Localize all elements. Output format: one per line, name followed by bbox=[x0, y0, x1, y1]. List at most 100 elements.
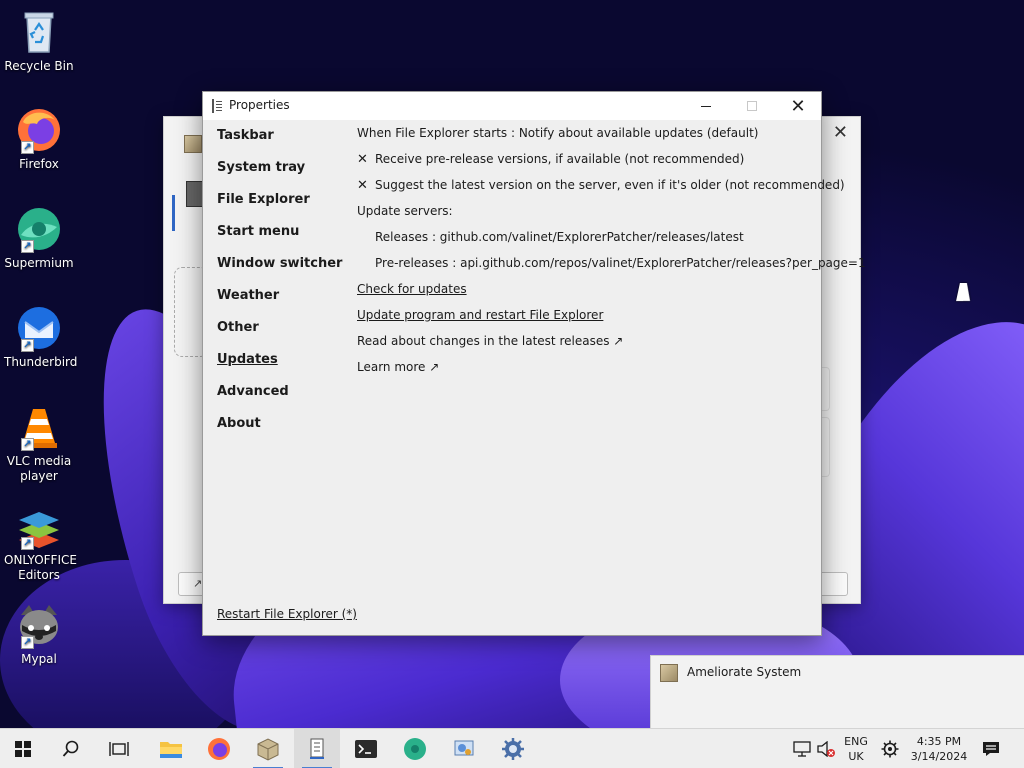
desktop-icon-supermium[interactable]: ↗ Supermium bbox=[4, 205, 74, 271]
desktop-icon-onlyoffice[interactable]: ↗ ONLYOFFICE Editors bbox=[4, 502, 77, 583]
package-icon bbox=[257, 738, 279, 761]
properties-icon bbox=[310, 738, 324, 759]
maximize-icon bbox=[747, 101, 757, 111]
restart-explorer-link[interactable]: Restart File Explorer (*) bbox=[217, 607, 357, 621]
desktop-icon-firefox[interactable]: ↗ Firefox bbox=[4, 106, 74, 172]
taskbar-ameliorate[interactable] bbox=[245, 729, 291, 768]
desktop-icon-label: Mypal bbox=[21, 652, 57, 666]
desktop-icon-thunderbird[interactable]: ↗ Thunderbird bbox=[4, 304, 78, 370]
settings-gear-icon bbox=[502, 738, 524, 760]
learn-more-link[interactable]: Learn more ↗ bbox=[357, 359, 866, 385]
taskbar-firefox[interactable] bbox=[196, 729, 242, 768]
desktop-icon-label: Thunderbird bbox=[4, 355, 78, 369]
suggest-latest-option[interactable]: ✕ Suggest the latest version on the serve… bbox=[357, 177, 866, 203]
nav-item-window-switcher[interactable]: Window switcher bbox=[217, 256, 342, 288]
desktop-icon-vlc[interactable]: ↗ VLC media player bbox=[4, 403, 74, 484]
nav-item-taskbar[interactable]: Taskbar bbox=[217, 128, 342, 160]
control-panel-icon bbox=[454, 740, 474, 756]
selection-indicator bbox=[172, 195, 175, 231]
notification-icon bbox=[983, 742, 999, 756]
search-icon bbox=[62, 740, 79, 757]
maximize-button[interactable] bbox=[729, 92, 775, 120]
nav-item-system-tray[interactable]: System tray bbox=[217, 160, 342, 192]
nav-item-file-explorer[interactable]: File Explorer bbox=[217, 192, 342, 224]
onlyoffice-icon: ↗ bbox=[15, 502, 63, 550]
nav-item-advanced[interactable]: Advanced bbox=[217, 384, 342, 416]
settings-tray-button[interactable] bbox=[876, 729, 904, 768]
action-center-button[interactable] bbox=[976, 729, 1006, 768]
nav-item-about[interactable]: About bbox=[217, 416, 342, 448]
notification-toast[interactable]: Ameliorate System bbox=[650, 655, 1024, 728]
clock-date: 3/14/2024 bbox=[910, 750, 968, 763]
thunderbird-icon: ↗ bbox=[15, 304, 63, 352]
title-bar[interactable]: Properties ✕ bbox=[203, 92, 821, 120]
taskbar-control-panel[interactable] bbox=[441, 729, 487, 768]
read-changes-link[interactable]: Read about changes in the latest release… bbox=[357, 333, 866, 359]
clock[interactable]: 4:35 PM 3/14/2024 bbox=[906, 729, 972, 768]
folder-icon bbox=[160, 742, 182, 758]
window-title: Properties bbox=[229, 98, 290, 112]
properties-window[interactable]: Properties ✕ Taskbar System tray File Ex… bbox=[202, 91, 866, 636]
terminal-icon bbox=[355, 740, 377, 758]
taskbar-supermium[interactable] bbox=[392, 729, 438, 768]
language-indicator[interactable]: ENG UK bbox=[840, 729, 872, 768]
update-servers-heading: Update servers: bbox=[357, 204, 453, 218]
taskbar-properties[interactable] bbox=[294, 729, 340, 768]
taskbar: ENG UK 4:35 PM 3/14/2024 bbox=[0, 728, 1024, 768]
task-view-button[interactable] bbox=[96, 729, 142, 768]
taskbar-settings[interactable] bbox=[490, 729, 536, 768]
nav-item-weather[interactable]: Weather bbox=[217, 288, 342, 320]
search-button[interactable] bbox=[48, 729, 94, 768]
updates-panel: When File Explorer starts : Notify about… bbox=[357, 125, 866, 385]
start-button[interactable] bbox=[0, 729, 46, 768]
releases-server[interactable]: Releases : github.com/valinet/ExplorerPa… bbox=[357, 229, 866, 255]
prerelease-label: Receive pre-release versions, if availab… bbox=[375, 152, 745, 166]
checkmark-x-icon: ✕ bbox=[357, 178, 368, 193]
ameliorate-icon bbox=[660, 664, 678, 682]
supermium-icon: ↗ bbox=[15, 205, 63, 253]
gear-icon bbox=[881, 740, 899, 758]
language-code: ENG bbox=[844, 735, 868, 748]
desktop-icon-mypal[interactable]: ↗ Mypal bbox=[4, 601, 74, 667]
minimize-icon bbox=[701, 105, 711, 107]
when-starts-option[interactable]: When File Explorer starts : Notify about… bbox=[357, 125, 866, 151]
close-button[interactable]: ✕ bbox=[775, 92, 821, 120]
desktop-icon-label: ONLYOFFICE Editors bbox=[4, 553, 77, 582]
minimize-button[interactable] bbox=[683, 92, 729, 120]
update-restart-link[interactable]: Update program and restart File Explorer bbox=[357, 308, 603, 322]
desktop-icon-label: Firefox bbox=[19, 157, 59, 171]
nav-item-updates[interactable]: Updates bbox=[217, 352, 342, 384]
task-view-icon bbox=[109, 742, 129, 756]
vlc-icon: ↗ bbox=[15, 403, 63, 451]
taskbar-file-explorer[interactable] bbox=[148, 729, 194, 768]
prereleases-server[interactable]: Pre-releases : api.github.com/repos/vali… bbox=[357, 255, 866, 281]
taskbar-terminal[interactable] bbox=[343, 729, 389, 768]
prerelease-option[interactable]: ✕ Receive pre-release versions, if availa… bbox=[357, 151, 866, 177]
sidebar-nav: Taskbar System tray File Explorer Start … bbox=[217, 128, 342, 448]
shortcut-arrow-icon: ↗ bbox=[21, 240, 34, 253]
shortcut-arrow-icon: ↗ bbox=[21, 537, 34, 550]
checkmark-x-icon: ✕ bbox=[357, 152, 368, 167]
desktop-icon-recycle-bin[interactable]: Recycle Bin bbox=[4, 8, 74, 74]
supermium-icon bbox=[404, 738, 426, 760]
keyboard-layout: UK bbox=[848, 750, 864, 763]
firefox-icon bbox=[208, 738, 230, 760]
suggest-latest-label: Suggest the latest version on the server… bbox=[375, 178, 845, 192]
desktop-icon-label: Recycle Bin bbox=[4, 59, 74, 73]
volume-button[interactable] bbox=[814, 729, 838, 768]
desktop-icon-label: Supermium bbox=[4, 256, 74, 270]
nav-item-other[interactable]: Other bbox=[217, 320, 342, 352]
external-link-icon: ↗ bbox=[193, 577, 203, 590]
windows-logo-icon bbox=[15, 741, 31, 757]
clock-time: 4:35 PM bbox=[916, 735, 962, 748]
check-updates-link[interactable]: Check for updates bbox=[357, 282, 467, 296]
volume-muted-icon bbox=[817, 741, 835, 757]
shortcut-arrow-icon: ↗ bbox=[21, 141, 34, 154]
firefox-icon: ↗ bbox=[15, 106, 63, 154]
network-button[interactable] bbox=[790, 729, 814, 768]
mypal-icon: ↗ bbox=[15, 601, 63, 649]
shortcut-arrow-icon: ↗ bbox=[21, 636, 34, 649]
close-icon: ✕ bbox=[790, 95, 806, 117]
desktop-icon-label: VLC media player bbox=[6, 454, 72, 483]
nav-item-start-menu[interactable]: Start menu bbox=[217, 224, 342, 256]
